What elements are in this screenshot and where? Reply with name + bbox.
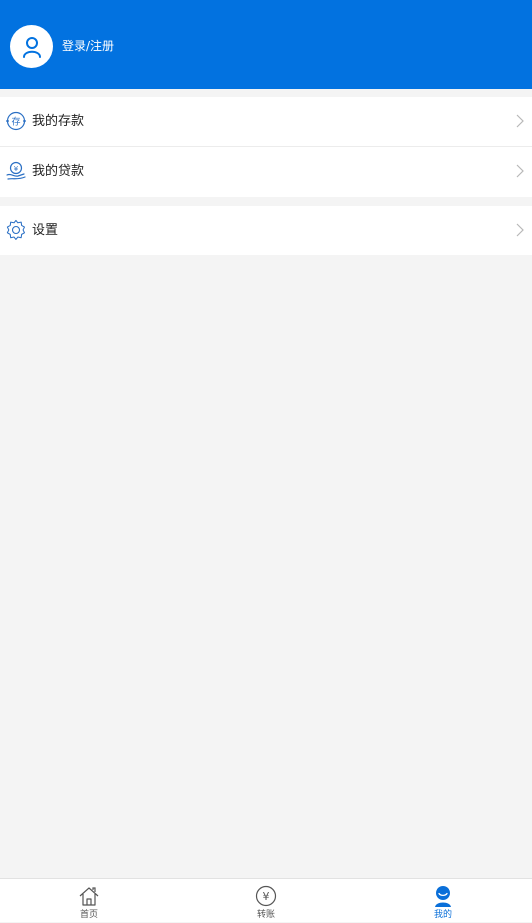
- tab-mine-label: 我的: [433, 910, 452, 920]
- svg-text:存: 存: [11, 116, 20, 128]
- user-filled-icon: [435, 886, 451, 907]
- account-menu-group: 存 我的存款 ¥ 我的贷款: [0, 97, 532, 197]
- tab-mine[interactable]: 我的: [413, 879, 473, 923]
- settings-menu-group: 设置: [0, 206, 532, 255]
- svg-text:¥: ¥: [263, 890, 270, 903]
- chevron-right-icon: [516, 223, 524, 237]
- login-register-link[interactable]: 登录/注册: [62, 38, 114, 54]
- user-icon: [22, 36, 41, 58]
- menu-item-settings[interactable]: 设置: [0, 206, 532, 255]
- chevron-right-icon: [516, 114, 524, 128]
- home-icon: [79, 887, 99, 906]
- yuan-coin-icon: ¥: [255, 885, 277, 907]
- loan-icon: ¥: [6, 161, 26, 180]
- tab-home[interactable]: 首页: [59, 879, 119, 923]
- svg-text:¥: ¥: [14, 165, 19, 173]
- chevron-right-icon: [516, 164, 524, 178]
- gear-icon: [6, 219, 25, 240]
- settings-label: 设置: [32, 223, 59, 238]
- deposit-icon: 存: [6, 111, 26, 131]
- menu-item-loans[interactable]: ¥ 我的贷款: [0, 146, 532, 196]
- avatar[interactable]: [10, 25, 53, 68]
- tab-transfer-label: 转账: [256, 910, 275, 920]
- tab-home-label: 首页: [79, 910, 98, 920]
- loans-label: 我的贷款: [32, 164, 85, 179]
- profile-header: 登录/注册: [0, 0, 532, 89]
- deposits-label: 我的存款: [32, 114, 85, 129]
- menu-item-deposits[interactable]: 存 我的存款: [0, 97, 532, 146]
- tab-transfer[interactable]: ¥ 转账: [236, 879, 296, 923]
- bottom-tab-bar: 首页 ¥ 转账 我的: [0, 878, 532, 922]
